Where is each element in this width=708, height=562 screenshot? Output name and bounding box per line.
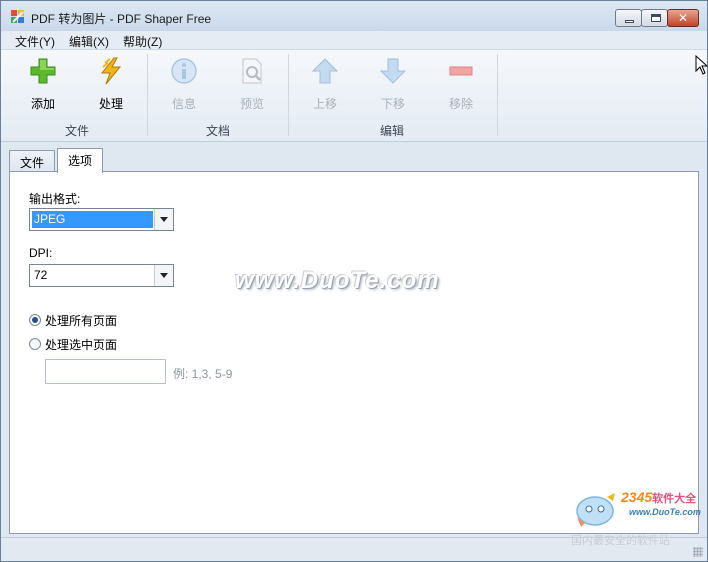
menu-help[interactable]: 帮助(Z) xyxy=(123,33,162,50)
info-icon xyxy=(171,58,197,84)
app-window: PDF 转为图片 - PDF Shaper Free ✕ 文件(Y) 编辑(X)… xyxy=(0,0,708,562)
process-label: 处理 xyxy=(98,97,123,111)
info-button[interactable]: 信息 xyxy=(158,56,210,112)
add-label: 添加 xyxy=(30,97,55,111)
watermark-text: www.DuoTe.com xyxy=(235,267,440,294)
plus-icon xyxy=(30,58,56,84)
chevron-down-icon[interactable] xyxy=(154,265,173,286)
logo-sub-text: 软件大全 xyxy=(652,493,697,505)
close-button[interactable]: ✕ xyxy=(667,9,699,27)
output-format-label: 输出格式: xyxy=(29,192,81,206)
group-file-label: 文件 xyxy=(65,124,90,138)
app-logo-icon xyxy=(11,10,24,23)
mouse-cursor-icon xyxy=(695,55,708,75)
menu-edit[interactable]: 编辑(X) xyxy=(69,33,109,50)
minimize-button[interactable] xyxy=(615,9,642,27)
mascot-icon xyxy=(576,493,615,527)
minimize-icon xyxy=(625,20,634,23)
window-title: PDF 转为图片 - PDF Shaper Free xyxy=(31,12,212,26)
page-range-input[interactable] xyxy=(45,359,166,384)
tab-options[interactable]: 选项 xyxy=(57,148,104,173)
preview-label: 预览 xyxy=(239,97,264,111)
group-separator xyxy=(497,54,498,136)
logo-number-text: 2345 xyxy=(621,489,653,505)
tab-file[interactable]: 文件 xyxy=(9,150,56,172)
lightning-icon xyxy=(100,57,122,85)
output-format-select[interactable]: JPEG xyxy=(29,208,174,231)
resize-grip[interactable] xyxy=(693,547,703,557)
radio-all-pages[interactable]: 处理所有页面 xyxy=(29,312,117,328)
logo-tagline: 国内最安全的软件站 xyxy=(571,535,670,547)
preview-button[interactable]: 预览 xyxy=(226,56,278,112)
radio-all-pages-label: 处理所有页面 xyxy=(45,313,118,328)
chevron-down-icon[interactable] xyxy=(154,209,173,230)
site-logo: 2345软件大全 www.DuoTe.com xyxy=(567,485,707,531)
group-edit-label: 编辑 xyxy=(380,124,405,138)
window-controls: ✕ xyxy=(615,9,699,27)
maximize-icon xyxy=(651,14,661,22)
move-down-button[interactable]: 下移 xyxy=(367,56,419,112)
dpi-label: DPI: xyxy=(29,246,53,260)
process-button[interactable]: 处理 xyxy=(85,56,137,112)
add-button[interactable]: 添加 xyxy=(17,56,69,112)
preview-icon xyxy=(242,58,262,84)
remove-label: 移除 xyxy=(448,97,473,111)
group-document-label: 文档 xyxy=(206,124,231,138)
logo-url: www.DuoTe.com xyxy=(629,507,701,517)
page-range-hint: 例: 1,3, 5-9 xyxy=(173,367,233,381)
radio-selected-pages-label: 处理选中页面 xyxy=(45,337,118,352)
maximize-button[interactable] xyxy=(641,9,668,27)
title-bar[interactable]: PDF 转为图片 - PDF Shaper Free ✕ xyxy=(1,1,707,31)
arrow-down-icon xyxy=(379,58,407,84)
radio-button[interactable] xyxy=(29,338,41,350)
ribbon-toolbar: 添加 处理 文件 信息 预览 文档 上移 下移 移除 编辑 xyxy=(1,50,707,142)
move-up-button[interactable]: 上移 xyxy=(299,56,351,112)
radio-button-checked[interactable] xyxy=(29,314,41,326)
dpi-value: 72 xyxy=(34,268,48,282)
group-separator xyxy=(147,54,148,136)
menu-file[interactable]: 文件(Y) xyxy=(15,33,55,50)
remove-button[interactable]: 移除 xyxy=(435,56,487,112)
group-separator xyxy=(288,54,289,136)
menu-bar: 文件(Y) 编辑(X) 帮助(Z) xyxy=(1,31,707,50)
logo-number: 2345软件大全 xyxy=(621,489,696,506)
output-format-value: JPEG xyxy=(32,211,153,228)
dpi-select[interactable]: 72 xyxy=(29,264,174,287)
minus-icon xyxy=(449,66,473,76)
arrow-up-icon xyxy=(311,58,339,84)
close-icon: ✕ xyxy=(677,11,689,25)
status-bar: 国内最安全的软件站 xyxy=(1,535,707,561)
move-up-label: 上移 xyxy=(312,97,337,111)
info-label: 信息 xyxy=(171,97,196,111)
move-down-label: 下移 xyxy=(380,97,405,111)
radio-selected-pages[interactable]: 处理选中页面 xyxy=(29,336,117,352)
